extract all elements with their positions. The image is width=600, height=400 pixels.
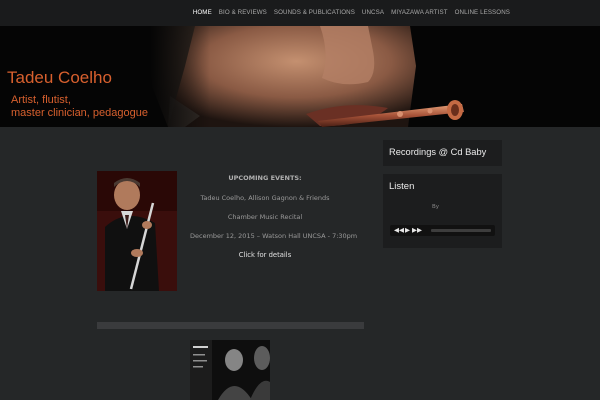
top-bar: HOME BIO & REVIEWS SOUNDS & PUBLICATIONS…: [0, 0, 600, 26]
listen-title: Listen: [389, 181, 415, 192]
recordings-cd-baby-link[interactable]: Recordings @ Cd Baby: [389, 147, 486, 157]
header-banner: Tadeu Coelho Artist, flutist, master cli…: [0, 26, 600, 127]
tagline-line-2: master clinician, pedagogue: [11, 106, 148, 119]
event-name: Chamber Music Recital: [227, 213, 303, 221]
event-details-link[interactable]: Click for details: [190, 251, 340, 259]
nav-uncsa[interactable]: UNCSA: [362, 9, 384, 16]
site-title[interactable]: Tadeu Coelho: [7, 68, 112, 88]
album-cover-image: [190, 340, 270, 400]
recordings-widget: Recordings @ Cd Baby: [383, 140, 502, 166]
tagline-line-1: Artist, flutist,: [11, 94, 71, 106]
nav-miyazawa-artist[interactable]: MIYAZAWA ARTIST: [391, 9, 448, 16]
nav-sounds-publications[interactable]: SOUNDS & PUBLICATIONS: [274, 9, 355, 16]
listen-widget: Listen By ◀◀ ▶ ▶▶: [383, 174, 502, 248]
listen-by-text: By: [432, 204, 440, 210]
content-divider: [97, 322, 364, 329]
portrait-photo: [97, 171, 177, 291]
events-heading: UPCOMING EVENTS:: [228, 174, 302, 182]
main-nav: HOME BIO & REVIEWS SOUNDS & PUBLICATIONS…: [193, 9, 510, 16]
player-progress-bar[interactable]: [431, 229, 491, 232]
tagline: Artist, flutist, master clinician, pedag…: [11, 94, 148, 119]
nav-online-lessons[interactable]: ONLINE LESSONS: [455, 9, 510, 16]
previous-track-icon[interactable]: ◀◀: [394, 226, 404, 234]
next-track-icon[interactable]: ▶▶: [412, 226, 422, 234]
nav-home[interactable]: HOME: [193, 9, 212, 16]
play-icon[interactable]: ▶: [405, 226, 410, 234]
audio-player: ◀◀ ▶ ▶▶: [390, 225, 495, 236]
event-date-place: December 12, 2015 – Watson Hall UNCSA - …: [190, 232, 358, 240]
nav-bio-reviews[interactable]: BIO & REVIEWS: [219, 9, 267, 16]
event-performers: Tadeu Coelho, Allison Gagnon & Friends: [200, 194, 330, 202]
